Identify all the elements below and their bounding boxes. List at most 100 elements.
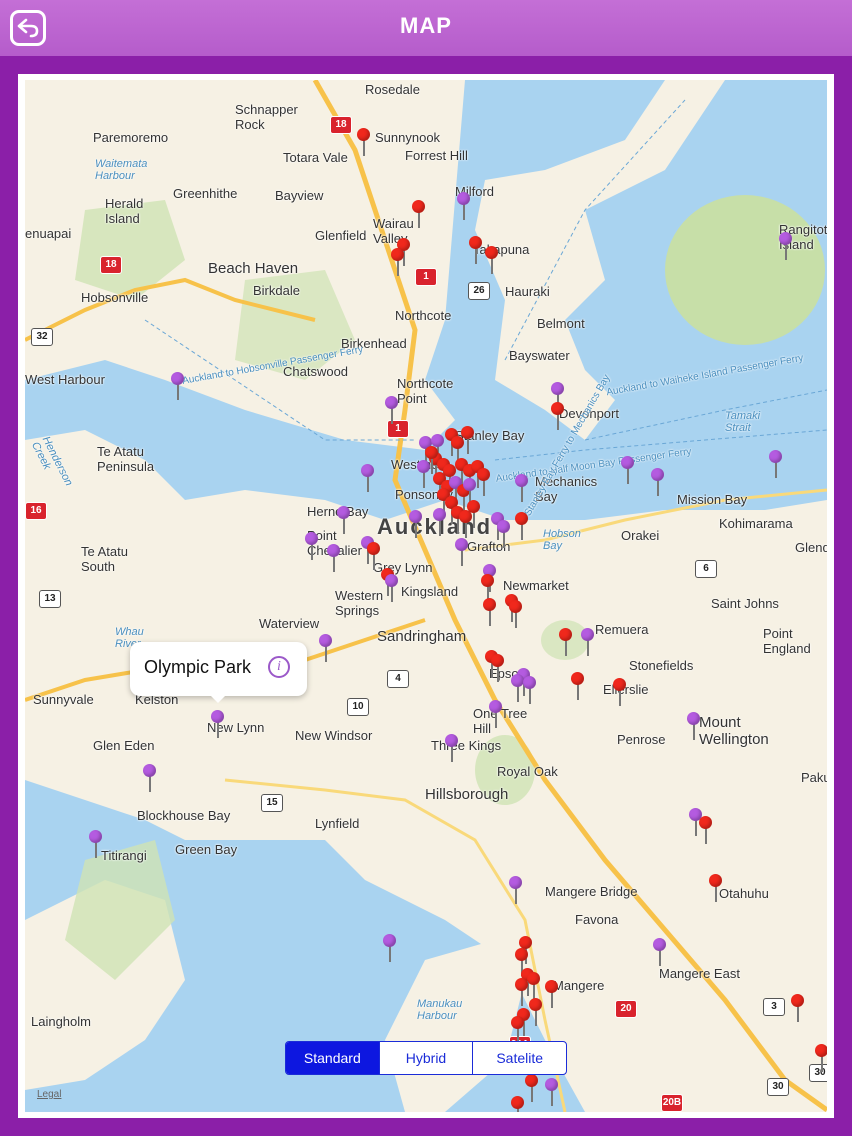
map-type-hybrid[interactable]: Hybrid <box>378 1042 473 1074</box>
purple-map-pin[interactable] <box>409 510 423 538</box>
red-map-pin[interactable] <box>357 128 371 156</box>
place-label: Mission Bay <box>677 492 748 507</box>
pin-stem <box>473 512 475 528</box>
red-map-pin[interactable] <box>477 468 491 496</box>
place-label: Mangere Bridge <box>545 884 638 899</box>
pin-stem <box>489 610 491 626</box>
red-map-pin[interactable] <box>525 1074 539 1102</box>
purple-map-pin[interactable] <box>489 700 503 728</box>
pin-head <box>385 574 398 587</box>
red-map-pin[interactable] <box>559 628 573 656</box>
pin-head <box>613 678 626 691</box>
purple-map-pin[interactable] <box>211 710 225 738</box>
pin-head <box>699 816 712 829</box>
pin-head <box>523 676 536 689</box>
purple-map-pin[interactable] <box>509 876 523 904</box>
purple-map-pin[interactable] <box>457 192 471 220</box>
purple-map-pin[interactable] <box>89 830 103 858</box>
purple-map-pin[interactable] <box>171 372 185 400</box>
red-map-pin[interactable] <box>485 246 499 274</box>
road-shield: 18 <box>330 116 352 134</box>
purple-map-pin[interactable] <box>383 934 397 962</box>
place-label: Saint Johns <box>711 596 779 611</box>
purple-map-pin[interactable] <box>653 938 667 966</box>
pin-stem <box>693 724 695 740</box>
purple-map-pin[interactable] <box>319 634 333 662</box>
pin-stem <box>535 1010 537 1026</box>
red-map-pin[interactable] <box>529 998 543 1026</box>
purple-map-pin[interactable] <box>651 468 665 496</box>
red-map-pin[interactable] <box>571 672 585 700</box>
red-map-pin[interactable] <box>412 200 426 228</box>
purple-map-pin[interactable] <box>385 574 399 602</box>
purple-map-pin[interactable] <box>545 1078 559 1106</box>
purple-map-pin[interactable] <box>143 764 157 792</box>
place-label: Sunnynook <box>375 130 441 145</box>
red-map-pin[interactable] <box>709 874 723 902</box>
red-map-pin[interactable] <box>791 994 805 1022</box>
purple-map-pin[interactable] <box>769 450 783 478</box>
pin-stem <box>619 690 621 706</box>
info-icon[interactable]: i <box>268 656 290 678</box>
red-map-pin[interactable] <box>483 598 497 626</box>
red-map-pin[interactable] <box>699 816 713 844</box>
red-map-pin[interactable] <box>515 978 529 1006</box>
purple-map-pin[interactable] <box>621 456 635 484</box>
red-map-pin[interactable] <box>469 236 483 264</box>
pin-callout[interactable]: Olympic Park i <box>130 642 307 703</box>
pin-stem <box>431 458 433 474</box>
map-view[interactable]: Rosedale Schnapper Rock Paremoremo Sunnynoo… <box>25 80 827 1112</box>
red-map-pin[interactable] <box>613 678 627 706</box>
pin-head <box>545 980 558 993</box>
place-label: Mount Wellington <box>699 714 769 748</box>
purple-map-pin[interactable] <box>305 532 319 560</box>
red-map-pin[interactable] <box>491 654 505 682</box>
pin-head <box>463 478 476 491</box>
red-map-pin[interactable] <box>511 1096 525 1112</box>
place-label: Waterview <box>259 616 320 631</box>
pin-stem <box>389 946 391 962</box>
pin-head <box>491 654 504 667</box>
red-map-pin[interactable] <box>467 500 481 528</box>
red-map-pin[interactable] <box>527 972 541 1000</box>
red-map-pin[interactable] <box>545 980 559 1008</box>
red-map-pin[interactable] <box>509 600 523 628</box>
pin-stem <box>705 828 707 844</box>
red-map-pin[interactable] <box>391 248 405 276</box>
place-label: Sandringham <box>377 628 467 645</box>
purple-map-pin[interactable] <box>523 676 537 704</box>
legal-link[interactable]: Legal <box>37 1089 61 1100</box>
purple-map-pin[interactable] <box>497 520 511 548</box>
red-map-pin[interactable] <box>551 402 565 430</box>
place-label: Glenfield <box>315 228 367 243</box>
red-map-pin[interactable] <box>815 1044 827 1072</box>
map-type-satellite[interactable]: Satelite <box>472 1042 566 1074</box>
place-label: Rosedale <box>365 82 420 97</box>
purple-map-pin[interactable] <box>455 538 469 566</box>
purple-map-pin[interactable] <box>327 544 341 572</box>
pin-head <box>327 544 340 557</box>
red-map-pin[interactable] <box>367 542 381 570</box>
purple-map-pin[interactable] <box>779 232 793 260</box>
pin-stem <box>495 712 497 728</box>
purple-map-pin[interactable] <box>337 506 351 534</box>
pin-stem <box>531 1086 533 1102</box>
purple-map-pin[interactable] <box>581 628 595 656</box>
pin-stem <box>627 468 629 484</box>
pin-head <box>515 474 528 487</box>
place-label: Te Atatu South <box>81 544 128 574</box>
red-map-pin[interactable] <box>511 1016 525 1044</box>
pin-stem <box>715 886 717 902</box>
purple-map-pin[interactable] <box>385 396 399 424</box>
purple-map-pin[interactable] <box>445 734 459 762</box>
pin-head <box>383 934 396 947</box>
purple-map-pin[interactable] <box>433 508 447 536</box>
red-map-pin[interactable] <box>515 512 529 540</box>
purple-map-pin[interactable] <box>361 464 375 492</box>
red-map-pin[interactable] <box>425 446 439 474</box>
map-type-standard[interactable]: Standard <box>286 1042 379 1074</box>
purple-map-pin[interactable] <box>687 712 701 740</box>
purple-map-pin[interactable] <box>515 474 529 502</box>
map-type-segmented-control: Standard Hybrid Satelite <box>285 1041 567 1075</box>
pin-stem <box>821 1056 823 1072</box>
